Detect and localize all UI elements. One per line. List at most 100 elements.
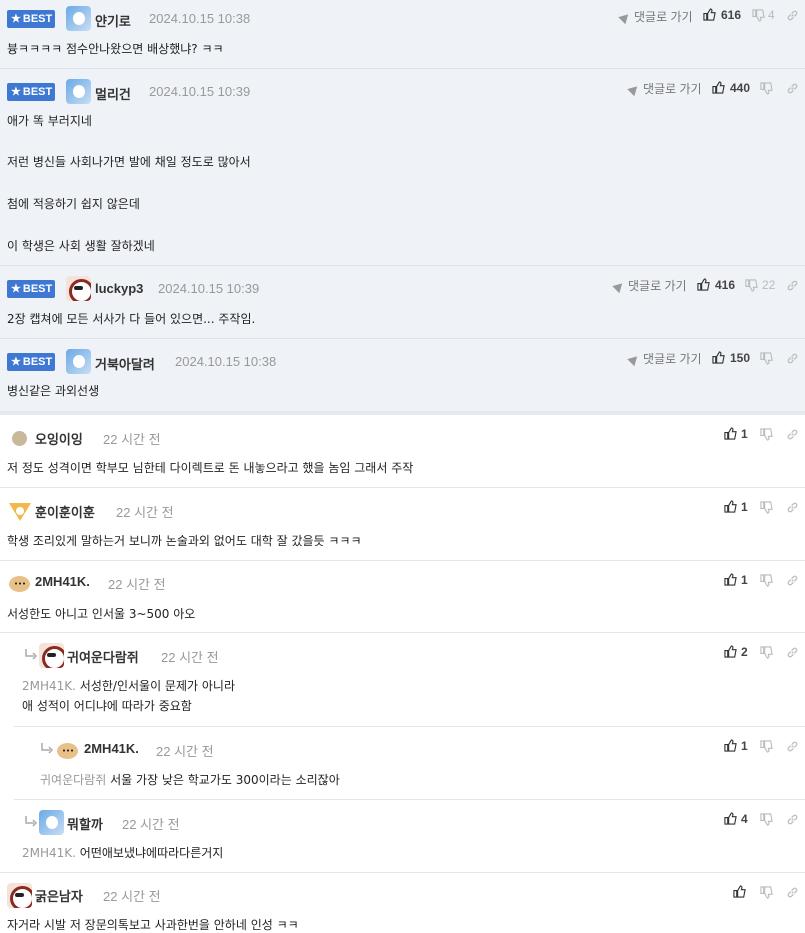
goto-comment-link[interactable]: 댓글로 가기 <box>627 350 702 367</box>
divider <box>0 560 805 561</box>
comment-author[interactable]: 2MH41K. <box>35 574 90 589</box>
comment-body: 서성한/인서울이 문제가 아니라 <box>79 679 235 693</box>
link-icon[interactable] <box>786 501 799 514</box>
thumbs-up-icon[interactable] <box>724 573 737 586</box>
avatar[interactable] <box>7 499 32 524</box>
mention[interactable]: 2MH41K. <box>22 679 76 693</box>
thumbs-down-icon[interactable] <box>760 428 773 441</box>
comment-body: 서울 가장 낮은 학교가도 300이라는 소리잖아 <box>110 773 340 787</box>
comment-time: 2024.10.15 10:38 <box>149 11 251 26</box>
comment-text: 이 학생은 사회 생활 잘하겠네 <box>7 239 155 253</box>
thumbs-up-icon[interactable] <box>724 645 737 658</box>
thumbs-down-icon[interactable] <box>760 886 773 899</box>
like-count: 2 <box>741 645 748 659</box>
comment-text: 병신같은 과외선생 <box>7 384 100 398</box>
thumbs-down-icon[interactable] <box>760 813 773 826</box>
dislike-count: 22 <box>762 278 776 292</box>
comment-time: 22 시간 전 <box>161 650 219 665</box>
thumbs-down-icon[interactable] <box>760 574 773 587</box>
comment-author[interactable]: 거북아달려 <box>95 354 155 373</box>
divider <box>0 872 805 873</box>
comment-text: 학생 조리있게 말하는거 보니까 논술과외 없어도 대학 잘 갔을듯 ㅋㅋㅋ <box>7 534 362 548</box>
link-icon[interactable] <box>786 574 799 587</box>
comment-author[interactable]: 얀기로 <box>95 11 131 30</box>
like-count: 1 <box>741 739 748 753</box>
avatar[interactable] <box>66 79 91 104</box>
comment-author[interactable]: 오잉이잉 <box>35 429 83 448</box>
comment-text: 저 정도 성격이면 학부모 님한테 다이렉트로 돈 내놓으라고 했을 놈임 그래… <box>7 461 414 475</box>
star-icon: ★ <box>11 283 21 295</box>
link-icon[interactable] <box>786 740 799 753</box>
link-icon[interactable] <box>786 813 799 826</box>
link-icon[interactable] <box>786 9 799 22</box>
comment-author[interactable]: 굵은남자 <box>35 886 83 905</box>
divider <box>14 799 805 800</box>
goto-comment-link[interactable]: 댓글로 가기 <box>618 8 693 25</box>
thumbs-down-icon[interactable] <box>760 82 773 95</box>
thumbs-down-icon[interactable] <box>752 9 765 22</box>
thumbs-up-icon[interactable] <box>724 500 737 513</box>
avatar[interactable] <box>55 738 80 763</box>
divider <box>14 726 805 727</box>
dislike-count: 4 <box>768 8 775 22</box>
thumbs-down-icon[interactable] <box>760 646 773 659</box>
avatar[interactable] <box>39 643 64 668</box>
comment-text: 자거라 시발 저 장문의톡보고 사과한번을 안하네 인성 ㅋㅋ <box>7 918 299 932</box>
link-icon[interactable] <box>786 352 799 365</box>
link-icon[interactable] <box>786 82 799 95</box>
comment-author[interactable]: 2MH41K. <box>84 741 139 756</box>
comment-time: 22 시간 전 <box>116 505 174 520</box>
avatar[interactable] <box>66 6 91 31</box>
like-count: 1 <box>741 573 748 587</box>
comment-body: 어떤애보냈냐에따라다른거지 <box>79 846 224 860</box>
comment-time: 22 시간 전 <box>103 889 161 904</box>
link-icon[interactable] <box>786 646 799 659</box>
comment-text: 2MH41K. 어떤애보냈냐에따라다른거지 <box>22 844 223 861</box>
goto-comment-link[interactable]: 댓글로 가기 <box>627 80 702 97</box>
thumbs-up-icon[interactable] <box>712 81 725 94</box>
link-icon[interactable] <box>786 886 799 899</box>
like-count: 440 <box>730 81 751 95</box>
comment-author[interactable]: 훈이훈이훈 <box>35 502 95 521</box>
arrow-icon <box>627 82 641 97</box>
comment-author[interactable]: 멀리건 <box>95 84 131 103</box>
thumbs-up-icon[interactable] <box>703 8 716 21</box>
best-comment: ★ BEST 거북아달려 2024.10.15 10:38 댓글로 가기 150 … <box>0 339 805 411</box>
thumbs-up-icon[interactable] <box>697 278 710 291</box>
link-icon[interactable] <box>786 279 799 292</box>
link-icon[interactable] <box>786 428 799 441</box>
avatar[interactable] <box>7 571 32 596</box>
comment-author[interactable]: 귀여운다람쥐 <box>67 647 139 666</box>
thumbs-up-icon[interactable] <box>712 351 725 364</box>
avatar[interactable] <box>7 883 32 908</box>
avatar[interactable] <box>66 349 91 374</box>
avatar[interactable] <box>66 276 91 301</box>
thumbs-up-icon[interactable] <box>724 812 737 825</box>
goto-comment-link[interactable]: 댓글로 가기 <box>612 277 687 294</box>
divider <box>0 411 805 415</box>
thumbs-up-icon[interactable] <box>724 427 737 440</box>
avatar[interactable] <box>39 810 64 835</box>
mention[interactable]: 귀여운다람쥐 <box>40 773 106 787</box>
star-icon: ★ <box>11 356 21 368</box>
comment-author[interactable]: 뭐할까 <box>67 814 103 833</box>
comment-text: 애 성적이 어디냐에 따라가 중요함 <box>22 699 192 713</box>
thumbs-up-icon[interactable] <box>724 739 737 752</box>
thumbs-down-icon[interactable] <box>745 279 758 292</box>
like-count: 4 <box>741 812 748 826</box>
comment-text: 저런 병신들 사회나가면 발에 채일 정도로 많아서 <box>7 155 251 169</box>
thumbs-down-icon[interactable] <box>760 740 773 753</box>
divider <box>0 632 805 633</box>
divider <box>0 487 805 488</box>
avatar[interactable] <box>12 431 27 446</box>
mention[interactable]: 2MH41K. <box>22 846 76 860</box>
thumbs-up-icon[interactable] <box>733 885 746 898</box>
best-comment: ★ BEST luckyp3 2024.10.15 10:39 댓글로 가기 41… <box>0 266 805 339</box>
comment-time: 2024.10.15 10:39 <box>158 281 260 296</box>
like-count: 416 <box>715 278 736 292</box>
best-comment: ★ BEST 멀리건 2024.10.15 10:39 댓글로 가기 440 애가… <box>0 69 805 266</box>
thumbs-down-icon[interactable] <box>760 501 773 514</box>
comment-time: 22 시간 전 <box>156 744 214 759</box>
comment-author[interactable]: luckyp3 <box>95 281 143 296</box>
thumbs-down-icon[interactable] <box>760 352 773 365</box>
